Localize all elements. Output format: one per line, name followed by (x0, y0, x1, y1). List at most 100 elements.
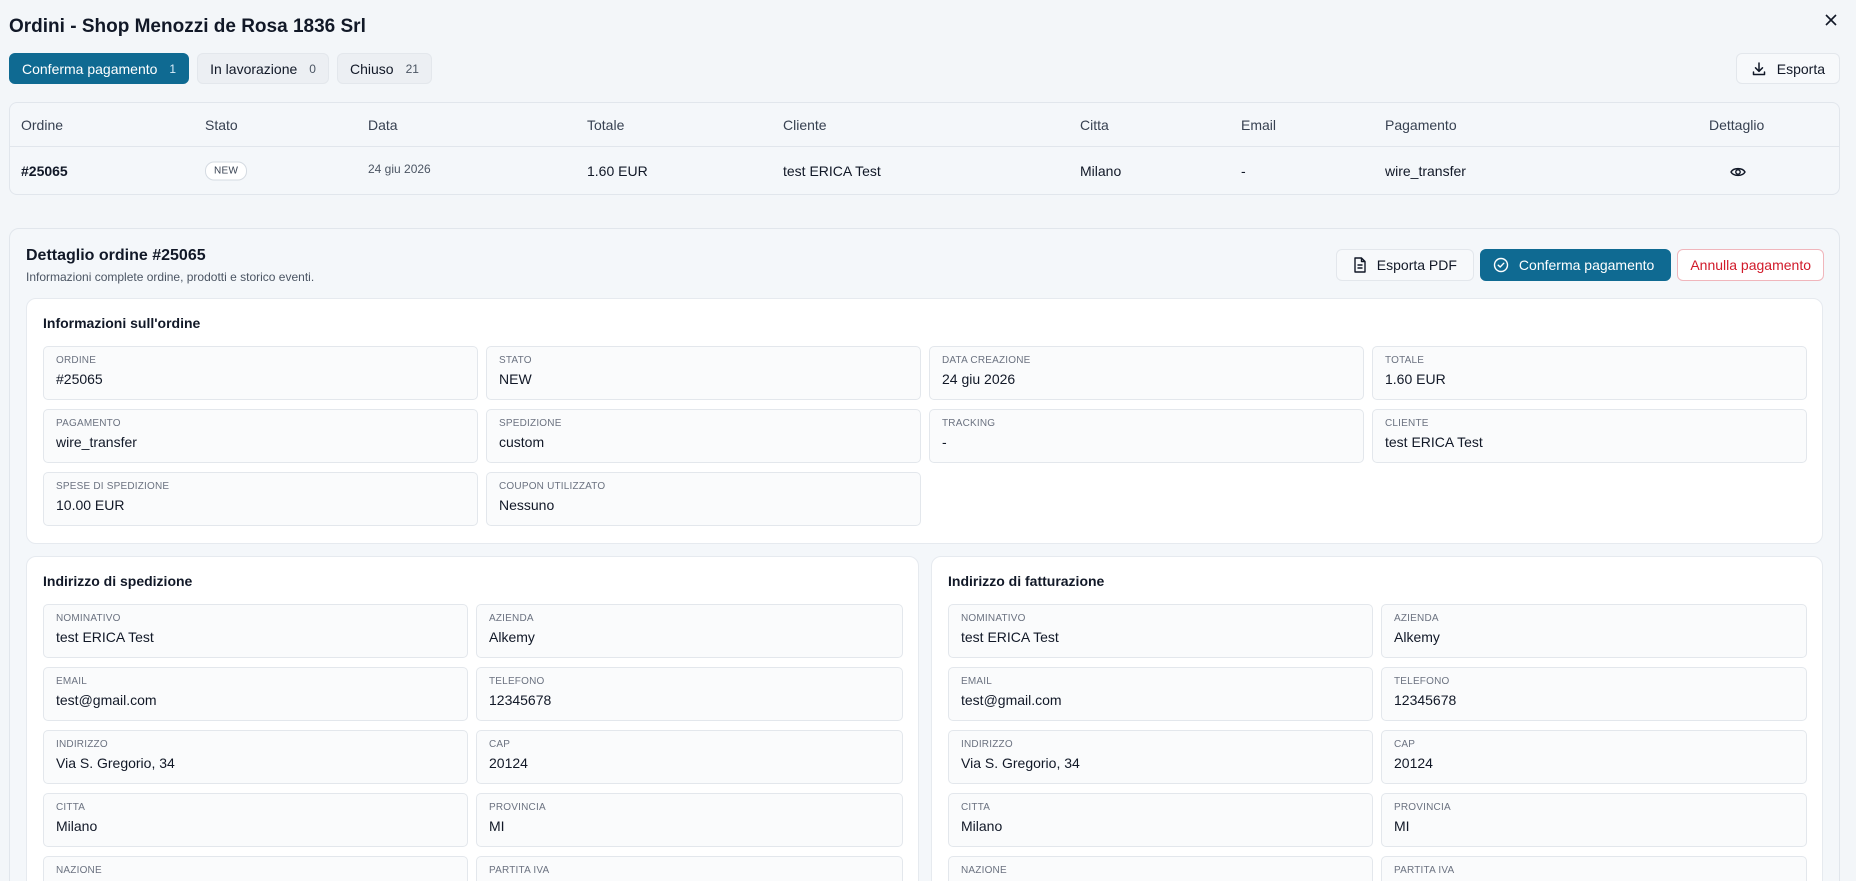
billing-field-azienda: AZIENDA Alkemy (1381, 604, 1807, 658)
header-dettaglio: Dettaglio (1709, 116, 1765, 133)
header-citta: Citta (1080, 116, 1109, 133)
billing-field-indirizzo: INDIRIZZO Via S. Gregorio, 34 (948, 730, 1373, 784)
shipping-field-provincia: PROVINCIA MI (476, 793, 903, 847)
field-value: custom (499, 434, 545, 450)
page-title: Ordini - Shop Menozzi de Rosa 1836 Srl (9, 16, 366, 37)
field-spese-spedizione: SPESE DI SPEDIZIONE 10.00 EUR (43, 472, 478, 526)
field-label: CLIENTE (1385, 418, 1429, 429)
field-label: NOMINATIVO (56, 613, 121, 624)
close-button[interactable] (1820, 9, 1842, 31)
field-label: PARTITA IVA (489, 865, 550, 876)
order-total: 1.60 EUR (587, 163, 648, 179)
field-label: STATO (499, 355, 532, 366)
shipping-field-nominativo: NOMINATIVO test ERICA Test (43, 604, 468, 658)
field-value: 20124 (1394, 755, 1433, 771)
field-label: PROVINCIA (489, 802, 546, 813)
field-label: AZIENDA (489, 613, 534, 624)
table-row[interactable]: #25065 NEW 24 giu 2026 1.60 EUR test ERI… (10, 147, 1839, 195)
field-label: EMAIL (961, 676, 993, 687)
header-data: Data (368, 116, 398, 133)
tab-label: In lavorazione (210, 60, 298, 77)
field-value: Via S. Gregorio, 34 (961, 755, 1080, 771)
field-label: SPESE DI SPEDIZIONE (56, 481, 170, 492)
status-badge: NEW (205, 161, 248, 181)
header-email: Email (1241, 116, 1277, 133)
field-value: test@gmail.com (56, 692, 157, 708)
tab-in-lavorazione[interactable]: In lavorazione 0 (197, 53, 329, 84)
field-label: TELEFONO (489, 676, 545, 687)
field-label: INDIRIZZO (961, 739, 1013, 750)
confirm-payment-button[interactable]: Conferma pagamento (1479, 249, 1672, 281)
field-value: wire_transfer (56, 434, 137, 450)
field-value: test ERICA Test (56, 629, 154, 645)
field-value: - (942, 434, 947, 450)
order-email: - (1241, 163, 1246, 179)
field-label: TRACKING (942, 418, 996, 429)
field-value: test ERICA Test (961, 629, 1059, 645)
field-data-creazione: DATA CREAZIONE 24 giu 2026 (929, 346, 1364, 400)
eye-icon (1730, 167, 1746, 177)
field-label: PROVINCIA (1394, 802, 1451, 813)
field-spedizione: SPEDIZIONE custom (486, 409, 921, 463)
confirm-payment-label: Conferma pagamento (1518, 257, 1655, 273)
header-totale: Totale (587, 116, 625, 133)
shipping-field-nazione: NAZIONE (43, 856, 468, 881)
document-icon (1354, 257, 1366, 273)
close-icon (1825, 14, 1837, 26)
detail-actions: Esporta PDF Conferma pagamento Annulla p… (1335, 249, 1824, 281)
field-ordine: ORDINE #25065 (43, 346, 478, 400)
shipping-field-indirizzo: INDIRIZZO Via S. Gregorio, 34 (43, 730, 468, 784)
field-value: Milano (56, 818, 98, 834)
field-value: Milano (961, 818, 1003, 834)
detail-subtitle: Informazioni complete ordine, prodotti e… (26, 270, 315, 284)
detail-title: Dettaglio ordine #25065 (26, 247, 206, 264)
field-value: 12345678 (489, 692, 552, 708)
shipping-title: Indirizzo di spedizione (43, 573, 193, 589)
table-header: Ordine Stato Data Totale Cliente Citta E… (10, 103, 1839, 147)
field-value: MI (1394, 818, 1410, 834)
order-date: 24 giu 2026 (368, 162, 431, 176)
field-value: 24 giu 2026 (942, 371, 1016, 387)
shipping-field-cap: CAP 20124 (476, 730, 903, 784)
field-value: 12345678 (1394, 692, 1457, 708)
billing-field-nazione: NAZIONE (948, 856, 1373, 881)
field-label: PARTITA IVA (1394, 865, 1455, 876)
tab-chiuso[interactable]: Chiuso 21 (336, 53, 432, 84)
billing-field-partita-iva: PARTITA IVA (1381, 856, 1807, 881)
order-payment: wire_transfer (1385, 163, 1466, 179)
orders-table: Ordine Stato Data Totale Cliente Citta E… (9, 102, 1840, 195)
field-cliente: CLIENTE test ERICA Test (1372, 409, 1807, 463)
field-label: NOMINATIVO (961, 613, 1026, 624)
order-detail-panel: Dettaglio ordine #25065 Informazioni com… (9, 228, 1840, 881)
shipping-field-citta: CITTA Milano (43, 793, 468, 847)
export-pdf-button[interactable]: Esporta PDF (1335, 249, 1474, 281)
field-tracking: TRACKING - (929, 409, 1364, 463)
shipping-field-email: EMAIL test@gmail.com (43, 667, 468, 721)
cancel-payment-button[interactable]: Annulla pagamento (1677, 249, 1824, 281)
tab-count: 0 (309, 61, 316, 76)
field-label: CITTA (961, 802, 991, 813)
billing-field-cap: CAP 20124 (1381, 730, 1807, 784)
tab-conferma-pagamento[interactable]: Conferma pagamento 1 (9, 53, 190, 84)
field-value: test ERICA Test (1385, 434, 1483, 450)
export-label: Esporta (1776, 60, 1825, 77)
field-label: EMAIL (56, 676, 88, 687)
order-number: #25065 (21, 163, 68, 179)
billing-address-section: Indirizzo di fatturazione NOMINATIVO test… (931, 556, 1823, 881)
field-label: TELEFONO (1394, 676, 1450, 687)
field-label: CAP (1394, 739, 1416, 750)
field-label: CITTA (56, 802, 86, 813)
view-detail-button[interactable] (1730, 165, 1746, 181)
field-pagamento: PAGAMENTO wire_transfer (43, 409, 478, 463)
field-value: Via S. Gregorio, 34 (56, 755, 175, 771)
shipping-field-azienda: AZIENDA Alkemy (476, 604, 903, 658)
field-label: TOTALE (1385, 355, 1425, 366)
field-label: AZIENDA (1394, 613, 1439, 624)
header-stato: Stato (205, 116, 238, 133)
export-button[interactable]: Esporta (1735, 53, 1840, 84)
shipping-address-section: Indirizzo di spedizione NOMINATIVO test E… (26, 556, 919, 881)
billing-field-citta: CITTA Milano (948, 793, 1373, 847)
field-value: Nessuno (499, 497, 555, 513)
field-label: NAZIONE (961, 865, 1007, 876)
tab-count: 21 (405, 61, 419, 76)
